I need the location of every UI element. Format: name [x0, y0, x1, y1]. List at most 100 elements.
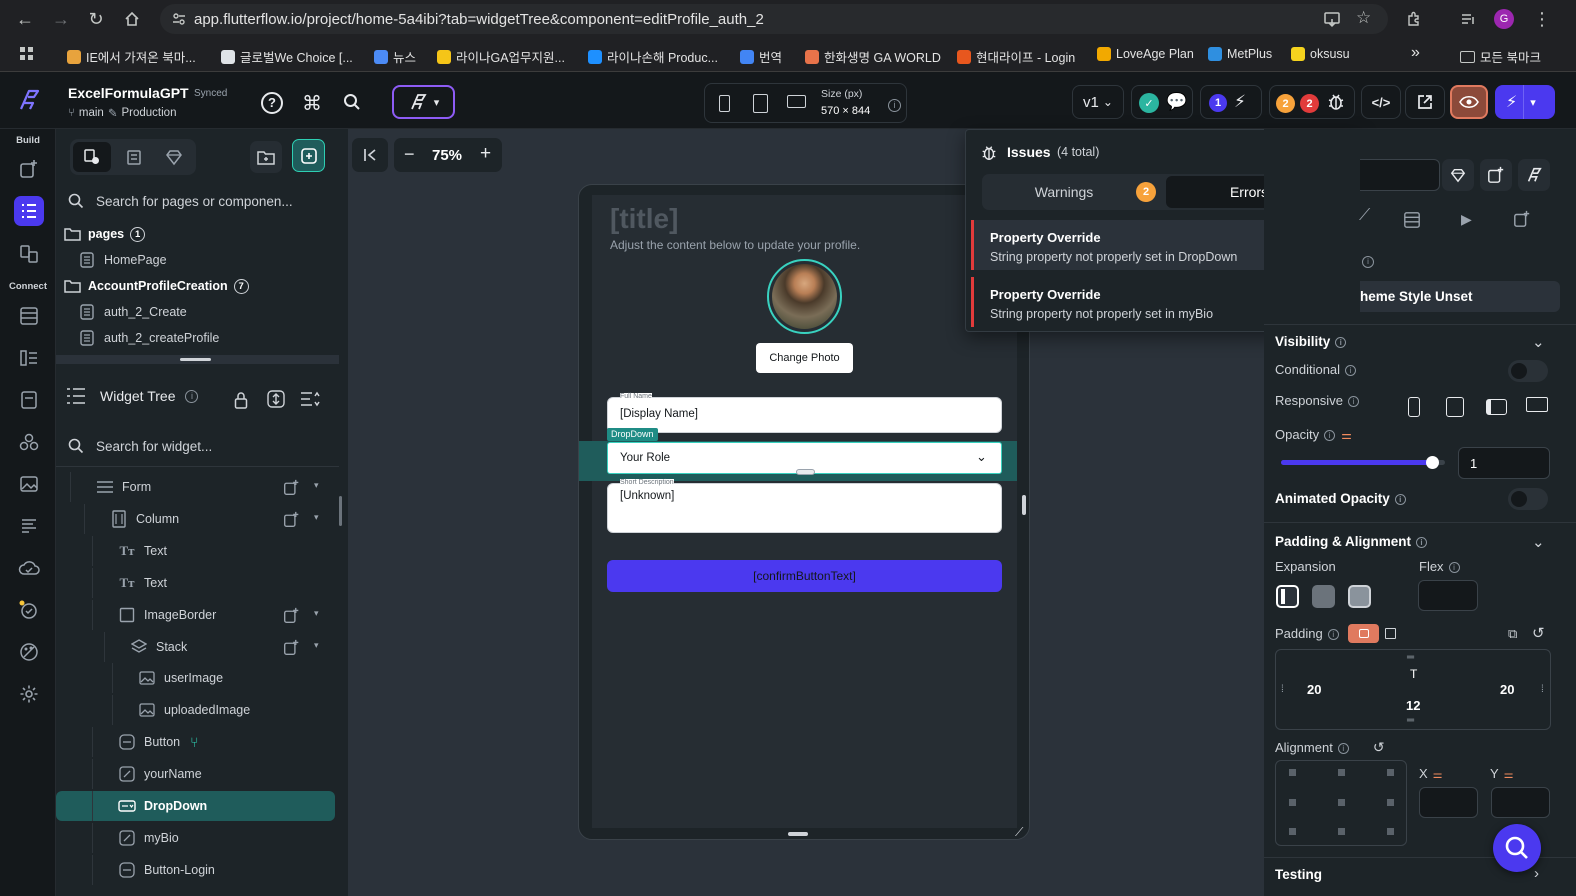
testing-heading[interactable]: Testing — [1275, 867, 1322, 882]
opacity-slider-knob[interactable] — [1425, 456, 1439, 469]
mobile-visibility-icon[interactable] — [1408, 397, 1420, 417]
menu-kebab-icon[interactable]: ⋮ — [1530, 7, 1554, 31]
extensions-icon[interactable] — [1402, 7, 1426, 31]
tree-node[interactable]: yourName — [56, 759, 335, 790]
app-state-icon[interactable] — [14, 385, 44, 415]
version-selector[interactable]: v1 ⌄ — [1072, 85, 1124, 119]
component-preview[interactable]: [title] Adjust the content below to upda… — [579, 195, 1017, 828]
dropdown-field[interactable]: Your Role ⌄ — [607, 442, 1002, 475]
corner-resize-icon[interactable]: ⟋ — [1015, 825, 1023, 840]
tree-node[interactable]: myBio — [56, 822, 335, 853]
add-child-icon[interactable] — [283, 639, 300, 656]
padding-linked-icon[interactable] — [1348, 624, 1379, 643]
search-pages-input[interactable]: Search for pages or componen... — [96, 194, 293, 209]
firestore-icon[interactable] — [14, 301, 44, 331]
align-bottom-center[interactable] — [1338, 828, 1345, 835]
side-resize-handle[interactable] — [1022, 495, 1026, 515]
opacity-input[interactable]: 1 — [1458, 447, 1550, 479]
media-icon[interactable] — [1456, 7, 1480, 31]
chevron-down-icon[interactable]: ▾ — [314, 512, 319, 523]
bookmark-item[interactable]: 글로벌We Choice [... — [221, 47, 353, 66]
lightning-list-icon[interactable]: ⚡ — [1234, 92, 1246, 112]
chevron-right-icon[interactable]: › — [1534, 865, 1539, 882]
align-x-input[interactable] — [1419, 787, 1478, 818]
all-bookmarks[interactable]: 모든 북마크 — [1460, 47, 1541, 66]
visibility-heading[interactable]: Visibility i — [1275, 334, 1347, 349]
tab-actions-play-icon[interactable]: ▶ — [1461, 211, 1472, 228]
tree-node[interactable]: Column ▾ — [56, 503, 335, 534]
expand-collapse-icon[interactable] — [267, 390, 285, 408]
image-border[interactable] — [767, 259, 842, 334]
tab-backend-query-icon[interactable] — [1403, 211, 1421, 229]
branch-info[interactable]: ⑂ main ✎ Production — [68, 106, 176, 120]
forward-icon[interactable]: → — [49, 7, 73, 31]
copy-icon[interactable]: ⧉ — [1508, 626, 1517, 642]
tree-node[interactable]: Button-Login — [56, 854, 335, 885]
command-icon[interactable]: ⌘ — [302, 91, 322, 116]
tree-node[interactable]: DropDown — [56, 791, 335, 821]
floating-search-button[interactable] — [1493, 824, 1541, 872]
tree-node[interactable]: Tт Text — [56, 535, 335, 566]
tab-properties-icon[interactable]: ⟋ — [1359, 207, 1370, 225]
panel-divider[interactable] — [56, 355, 339, 364]
tab-add-icon[interactable] — [1513, 210, 1531, 228]
search-widgets-input[interactable]: Search for widget... — [96, 439, 212, 454]
page-item-auth-2-createprofile[interactable]: auth_2_createProfile — [78, 324, 219, 352]
zoom-out-icon[interactable]: − — [404, 144, 415, 165]
zoom-level[interactable]: 75% — [432, 147, 462, 164]
components-tab-icon[interactable] — [125, 148, 143, 166]
errors-badge[interactable]: 2 — [1300, 94, 1319, 113]
bookmark-item[interactable]: 현대라이프 - Login — [957, 47, 1075, 66]
tablet-landscape-visibility-icon[interactable] — [1486, 399, 1507, 415]
chevron-down-icon[interactable]: ⌄ — [1532, 333, 1545, 351]
comments-icon[interactable]: 💬 — [1166, 92, 1187, 112]
preview-eye-icon[interactable] — [1450, 85, 1488, 119]
size-value[interactable]: 570 × 844 — [821, 105, 870, 117]
desktop-visibility-icon[interactable] — [1526, 397, 1548, 412]
padding-top[interactable]: T — [1410, 667, 1417, 681]
warnings-badge[interactable]: 2 — [1276, 94, 1295, 113]
tree-node[interactable]: userImage — [56, 663, 335, 694]
change-photo-button[interactable]: Change Photo — [756, 343, 853, 373]
filter-list-icon[interactable] — [300, 391, 320, 407]
opacity-slider[interactable] — [1281, 456, 1445, 469]
chevron-down-icon[interactable]: ▾ — [314, 640, 319, 651]
zoom-in-icon[interactable]: + — [480, 143, 491, 165]
padding-alignment-heading[interactable]: Padding & Alignment i — [1275, 534, 1427, 549]
desktop-device-icon[interactable] — [787, 95, 806, 108]
align-bottom-left[interactable] — [1289, 828, 1296, 835]
profile-avatar[interactable]: G — [1494, 9, 1514, 29]
chevron-down-icon[interactable]: ⌄ — [1532, 533, 1545, 551]
align-top-right[interactable] — [1387, 769, 1394, 776]
my-bio-field[interactable]: Short Description [Unknown] — [607, 479, 1002, 533]
variable-sliders-icon[interactable]: ⚌ — [1433, 769, 1443, 781]
library-diamond-icon[interactable] — [165, 148, 183, 166]
add-widget-icon[interactable] — [1480, 159, 1512, 191]
search-pages[interactable]: Search for pages or componen... — [68, 189, 328, 213]
search-widgets[interactable]: Search for widget... — [68, 435, 328, 457]
bottom-resize-handle[interactable] — [788, 832, 808, 836]
bookmark-item[interactable]: MetPlus — [1208, 47, 1272, 61]
pages-folder[interactable]: pages 1 — [64, 220, 146, 248]
home-icon[interactable] — [120, 7, 144, 31]
title-text[interactable]: [title] — [610, 203, 678, 235]
data-types-icon[interactable] — [14, 343, 44, 373]
widget-tree-icon[interactable] — [14, 196, 44, 226]
reload-icon[interactable]: ↻ — [84, 7, 108, 31]
pages-tab-icon[interactable] — [73, 142, 111, 172]
tab-warnings[interactable]: Warnings 2 — [984, 176, 1164, 208]
reset-icon[interactable]: ↺ — [1532, 624, 1545, 642]
align-center[interactable] — [1338, 799, 1345, 806]
bug-icon[interactable] — [1326, 92, 1346, 112]
api-calls-icon[interactable] — [14, 511, 44, 541]
back-icon[interactable]: ← — [13, 7, 37, 31]
bookmark-item[interactable]: LoveAge Plan — [1097, 47, 1194, 61]
your-name-field[interactable]: Full Name [Display Name] — [607, 393, 1002, 433]
storyboard-icon[interactable] — [14, 239, 44, 269]
flutterflow-logo-icon[interactable] — [16, 87, 42, 113]
apps-grid-icon[interactable] — [20, 47, 34, 61]
chevron-down-icon[interactable]: ▾ — [314, 480, 319, 491]
animated-opacity-toggle[interactable] — [1508, 488, 1548, 510]
variable-sliders-icon[interactable]: ⚌ — [1341, 428, 1352, 442]
align-y-input[interactable] — [1491, 787, 1550, 818]
